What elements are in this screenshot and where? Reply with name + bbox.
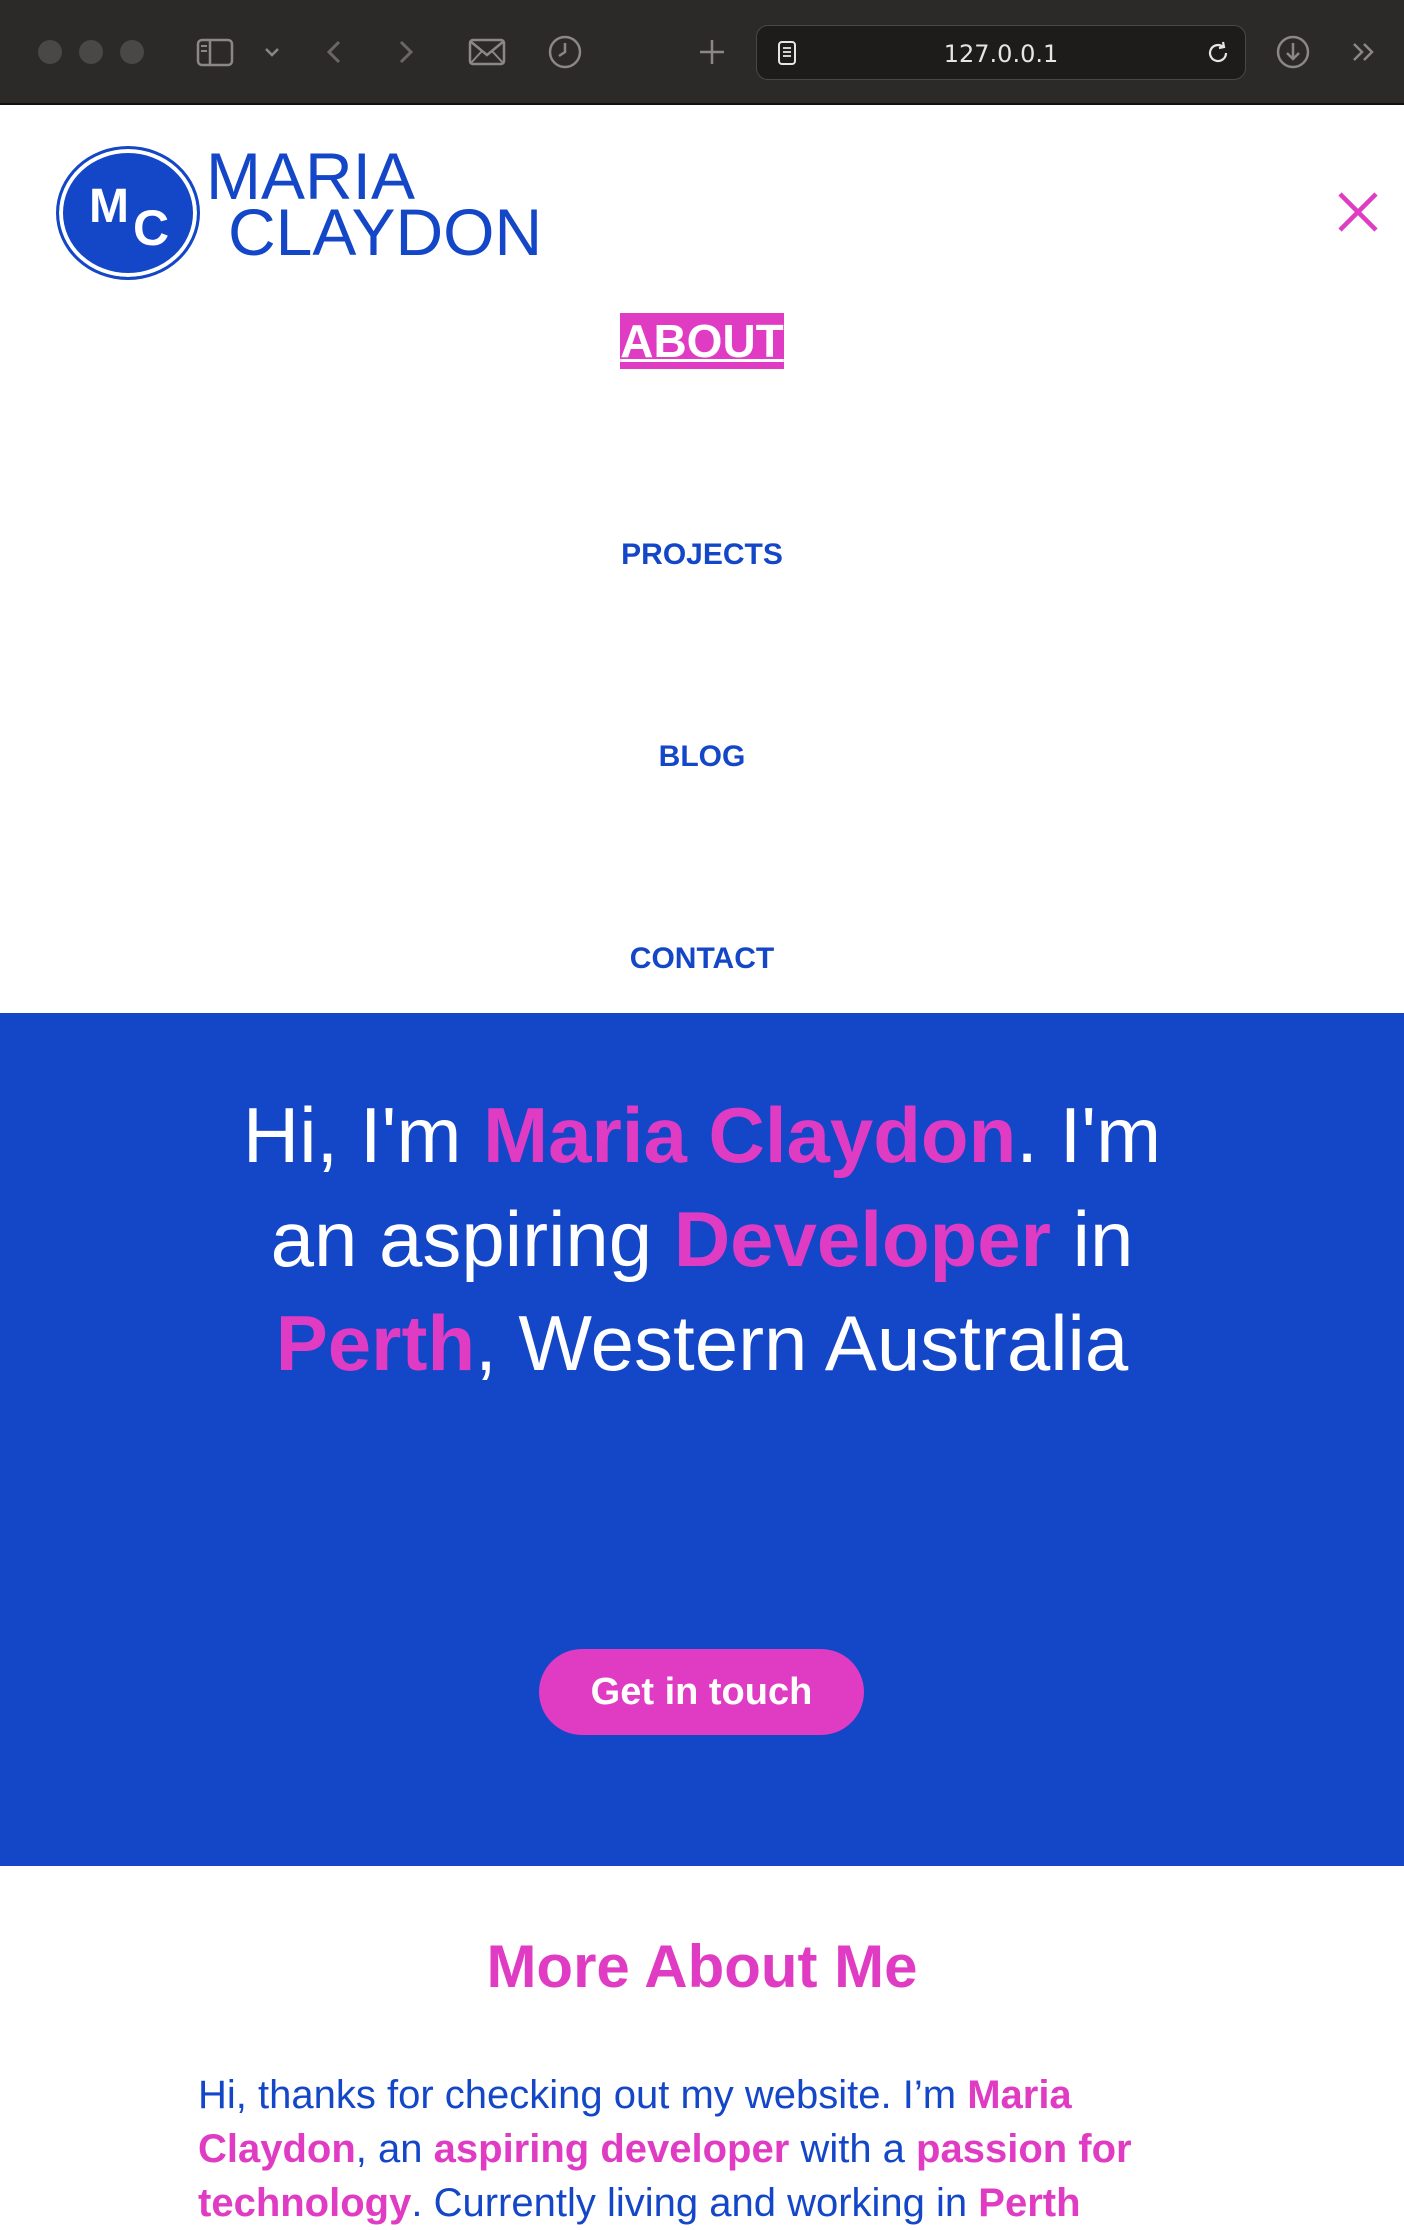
- window-minimize-dot[interactable]: [79, 40, 103, 64]
- chevron-down-icon[interactable]: [252, 32, 292, 72]
- more-icon[interactable]: [1344, 32, 1384, 72]
- history-icon[interactable]: [545, 32, 585, 72]
- about-text-2: , an: [355, 2127, 434, 2171]
- about-paragraph: Hi, thanks for checking out my website. …: [198, 2068, 1208, 2230]
- hero-city: Perth: [275, 1299, 476, 1387]
- close-icon[interactable]: [1336, 190, 1380, 234]
- hero-text-4: , Western Australia: [475, 1299, 1129, 1387]
- about-text-4: . Currently living and working in: [411, 2181, 979, 2225]
- about-title: More About Me: [486, 1933, 918, 2000]
- new-tab-icon[interactable]: [692, 32, 732, 72]
- logo-initial-c: C: [133, 200, 170, 256]
- window-zoom-dot[interactable]: [120, 40, 144, 64]
- back-icon[interactable]: [315, 32, 355, 72]
- logo-initial-m: M: [89, 180, 129, 233]
- forward-icon[interactable]: [385, 32, 425, 72]
- window-close-dot[interactable]: [38, 40, 62, 64]
- about-city: Perth: [978, 2181, 1081, 2225]
- get-in-touch-button[interactable]: Get in touch: [539, 1649, 864, 1735]
- logo-wordmark[interactable]: MARIA CLAYDON: [206, 143, 543, 269]
- hero-heading: Hi, I'm Maria Claydon. I'm an aspiring D…: [240, 1083, 1164, 1395]
- nav-item-blog[interactable]: BLOG: [0, 740, 1404, 774]
- hero-text-1: Hi, I'm: [242, 1091, 484, 1179]
- download-icon[interactable]: [1273, 32, 1313, 72]
- mail-icon[interactable]: [467, 32, 507, 72]
- hero-section: Hi, I'm Maria Claydon. I'm an aspiring D…: [0, 1013, 1404, 1866]
- browser-toolbar: 127.0.0.1: [0, 0, 1404, 105]
- hero-name: Maria Claydon: [483, 1091, 1017, 1179]
- nav-item-about[interactable]: ABOUT: [0, 313, 1404, 369]
- nav-item-contact[interactable]: CONTACT: [0, 942, 1404, 976]
- reload-icon[interactable]: [1203, 38, 1233, 68]
- about-text-1: Hi, thanks for checking out my website. …: [198, 2073, 968, 2117]
- address-bar[interactable]: 127.0.0.1: [756, 25, 1246, 80]
- about-role: aspiring developer: [433, 2127, 790, 2171]
- nav-item-projects[interactable]: PROJECTS: [0, 538, 1404, 572]
- sidebar-icon[interactable]: [195, 32, 235, 72]
- logo-badge[interactable]: M C: [56, 146, 200, 280]
- nav-item-about-label: ABOUT: [620, 313, 784, 369]
- hero-role: Developer: [673, 1195, 1052, 1283]
- url-text: 127.0.0.1: [943, 40, 1059, 68]
- about-text-3: with a: [789, 2127, 917, 2171]
- logo-line-2: CLAYDON: [228, 195, 543, 269]
- hero-text-3: in: [1051, 1195, 1134, 1283]
